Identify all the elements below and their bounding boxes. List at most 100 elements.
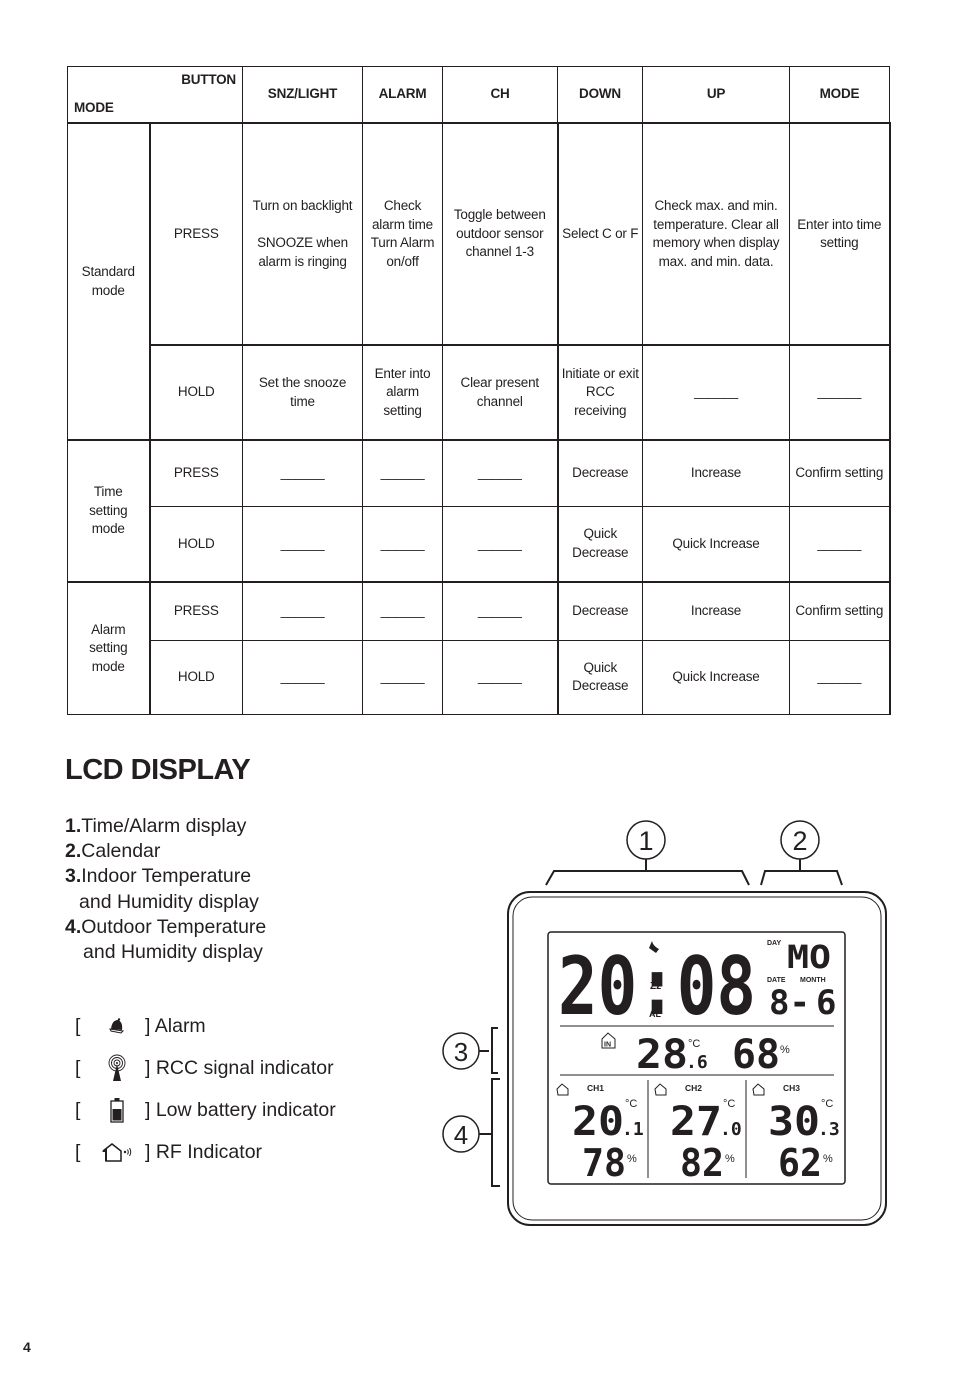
mode-axis-label: MODE [74,99,114,115]
svg-text:4: 4 [454,1120,468,1150]
action-cell: PRESS [149,581,243,641]
month-display: 6 [816,983,836,1023]
column-header: ALARM [362,66,443,124]
day-display: MO [787,938,831,976]
function-cell: ______ [789,344,891,441]
callout-2: 2 [760,820,843,886]
indoor-humidity-unit: % [780,1044,790,1056]
mode-cell: Time setting mode [67,439,151,583]
column-header: UP [642,66,790,124]
list-item: 1.Time/Alarm display [65,815,247,837]
table-row: HOLD Set the snooze time Enter into alarm … [68,344,891,441]
function-cell: Increase [642,581,790,641]
callout-3: 3 [442,1027,498,1074]
outdoor-humidity: 82 [680,1141,724,1185]
function-cell: ______ [362,505,443,583]
function-cell: ______ [642,344,790,441]
function-cell: ______ [362,439,443,507]
mode-cell: Alarm setting mode [67,581,151,715]
indoor-temperature: 28 [636,1032,688,1078]
rcc-signal-icon [89,1054,145,1082]
rf-indicator-icon [89,1142,145,1162]
svg-text:IN: IN [604,1042,611,1049]
indoor-temperature-decimal: .6 [686,1052,708,1073]
button-function-table: BUTTON MODE SNZ/LIGHT ALARM CH DOWN UP M… [67,66,891,715]
outdoor-temp-unit: °C [821,1098,833,1110]
outdoor-temperature: 27 [670,1099,722,1145]
function-cell: Decrease [557,439,643,507]
function-cell: ______ [242,439,363,507]
function-cell: Set the snooze time [242,344,363,441]
list-item: 2.Calendar [65,840,161,863]
mode-cell: Standard mode [67,122,151,441]
action-cell: PRESS [149,439,243,507]
table-row: Alarm setting mode PRESS ______ ______ _____… [67,581,891,715]
callout-1: 1 [545,820,750,886]
callout-4: 4 [442,1078,500,1187]
column-header: SNZ/LIGHT [242,66,363,124]
function-cell: Select C or F [557,122,643,346]
icon-legend-row: [ ] Alarm [75,1014,206,1037]
function-cell: Toggle between outdoor sensor channel 1-… [442,122,559,346]
outdoor-temperature-decimal: .3 [818,1119,840,1140]
list-item-continuation: and Humidity display [79,890,259,913]
indoor-humidity: 68 [732,1032,780,1078]
icon-legend-label: ] RF Indicator [145,1140,263,1163]
display-area-list: 1.Time/Alarm display 2.Calendar 3.Indoor… [65,814,266,965]
function-cell: Enter into alarm setting [362,344,443,441]
svg-text:1: 1 [638,826,653,856]
function-cell: ______ [242,581,363,641]
function-cell: Confirm setting [789,439,891,507]
function-cell: Turn on backlight SNOOZE when alarm is r… [242,122,363,346]
button-axis-label: BUTTON [181,72,236,87]
alarm-bell-icon [89,1017,145,1035]
low-battery-icon [89,1097,145,1123]
function-cell: ______ [442,581,559,641]
icon-legend-label: ] RCC signal indicator [145,1056,334,1079]
channel-name: CH3 [783,1083,800,1093]
icon-legend-label: ] Alarm [145,1014,206,1037]
function-cell: ______ [242,639,363,715]
action-cell: PRESS [149,122,243,346]
function-cell: ______ [442,505,559,583]
function-cell: Quick Decrease [557,505,643,583]
table-row: Time setting mode PRESS ______ ______ ______… [67,439,891,583]
list-item-continuation: and Humidity display [83,941,263,964]
function-cell: Quick Decrease [557,639,643,715]
outdoor-temperature: 20 [572,1099,624,1145]
channel-name: CH2 [685,1083,702,1093]
function-cell: ______ [242,505,363,583]
list-item: 4.Outdoor Temperature [65,915,267,938]
function-cell: ______ [789,639,891,715]
icon-legend-row: [ ] RF Indicator [75,1140,263,1163]
outdoor-humidity: 62 [778,1141,822,1185]
channel-name: CH1 [587,1083,604,1093]
column-header: MODE [789,66,890,124]
function-cell: Enter into time setting [789,122,891,346]
function-cell: Quick Increase [642,505,790,583]
function-cell: ______ [789,505,891,583]
alarm-on-indicator: AL [649,1009,661,1019]
function-cell: Confirm setting [789,581,891,641]
list-item: 3.Indoor Temperature [65,865,252,888]
date-display: 8- [769,983,810,1023]
function-cell: Clear present channel [442,344,559,441]
function-cell: Check max. and min. temperature. Clear a… [642,122,790,346]
outdoor-humidity-unit: % [627,1153,637,1165]
icon-legend-row: [ ] RCC signal indicator [75,1047,336,1089]
section-title: LCD DISPLAY [65,754,251,786]
action-cell: HOLD [149,505,243,583]
column-header: CH [442,66,558,124]
icon-legend-row: [ ] Low battery indicator [75,1089,336,1131]
function-cell: ______ [362,581,443,641]
column-header: DOWN [557,66,643,124]
function-cell: Decrease [557,581,643,641]
function-cell: ______ [442,639,559,715]
table-corner-cell: BUTTON MODE [67,66,243,124]
function-cell: Increase [642,439,790,507]
svg-text:2: 2 [792,826,807,856]
weather-station-illustration: 1 2 3 4 20:08 Zz AL DAY MO DATE MONTH 8-… [442,820,887,1226]
table-row: Standard mode PRESS Turn on backlight SNOO… [67,122,891,441]
function-cell: Initiate or exit RCC receiving [557,344,643,441]
function-cell: Check alarm time Turn Alarm on/off [362,122,443,346]
